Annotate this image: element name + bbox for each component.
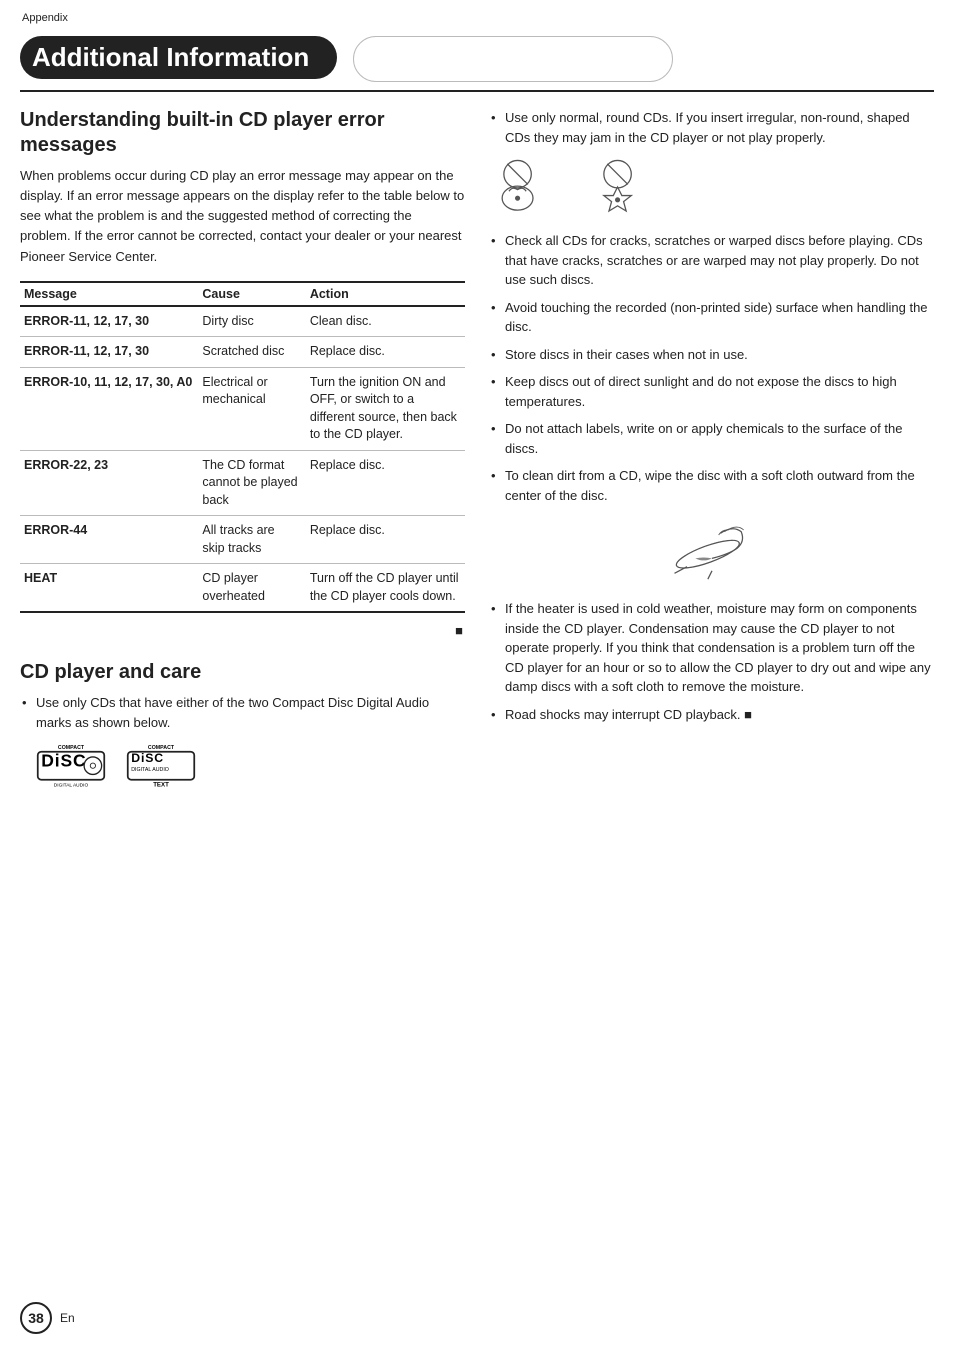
header-divider xyxy=(20,90,934,92)
error-action-cell: Replace disc. xyxy=(306,516,465,564)
header-area: Additional Information xyxy=(0,0,954,82)
cd-logo-2-svg: COMPACT DiSC DIGITAL AUDIO TEXT xyxy=(126,742,196,792)
cd-bullet-4: Avoid touching the recorded (non-printed… xyxy=(489,298,934,337)
table-row: HEATCD player overheatedTurn off the CD … xyxy=(20,564,465,613)
cd-care-bullets-left: Use only CDs that have either of the two… xyxy=(20,693,465,732)
error-action-cell: Replace disc. xyxy=(306,337,465,368)
table-row: ERROR-22, 23The CD format cannot be play… xyxy=(20,450,465,516)
irregular-cd-1-svg xyxy=(499,157,579,217)
table-row: ERROR-11, 12, 17, 30Dirty discClean disc… xyxy=(20,306,465,337)
error-cause-cell: Dirty disc xyxy=(198,306,305,337)
irregular-cd-2-svg xyxy=(599,157,679,217)
error-message-cell: ERROR-22, 23 xyxy=(20,450,198,516)
cd-bullet-9: If the heater is used in cold weather, m… xyxy=(489,599,934,697)
en-label: En xyxy=(60,1311,75,1325)
cd-bullet-10: Road shocks may interrupt CD playback. ■ xyxy=(489,705,934,725)
cd-bullet-2: Use only normal, round CDs. If you inser… xyxy=(489,108,934,147)
main-content: Understanding built-in CD player error m… xyxy=(0,108,954,806)
cd-bullet-8: To clean dirt from a CD, wipe the disc w… xyxy=(489,466,934,505)
col-action: Action xyxy=(306,282,465,306)
error-message-cell: ERROR-11, 12, 17, 30 xyxy=(20,306,198,337)
left-column: Understanding built-in CD player error m… xyxy=(20,108,465,806)
cd-bullet-7: Do not attach labels, write on or apply … xyxy=(489,419,934,458)
right-column: Use only normal, round CDs. If you inser… xyxy=(489,108,934,806)
cd-care-bullets-right: Use only normal, round CDs. If you inser… xyxy=(489,108,934,147)
cd-logos: COMPACT DiSC DIGITAL AUDIO xyxy=(36,742,465,792)
table-row: ERROR-10, 11, 12, 17, 30, A0Electrical o… xyxy=(20,367,465,450)
svg-text:DiSC: DiSC xyxy=(131,751,164,765)
col-message: Message xyxy=(20,282,198,306)
error-section-intro: When problems occur during CD play an er… xyxy=(20,166,465,267)
error-cause-cell: CD player overheated xyxy=(198,564,305,613)
svg-text:DIGITAL AUDIO: DIGITAL AUDIO xyxy=(131,767,169,773)
title-badge: Additional Information xyxy=(20,36,337,79)
page-number: 38 xyxy=(20,1302,52,1334)
irregular-cds xyxy=(499,157,934,217)
error-cause-cell: The CD format cannot be played back xyxy=(198,450,305,516)
svg-text:DiSC: DiSC xyxy=(41,751,86,771)
cd-care-bullets-right-3: If the heater is used in cold weather, m… xyxy=(489,599,934,724)
error-action-cell: Turn the ignition ON and OFF, or switch … xyxy=(306,367,465,450)
error-message-cell: ERROR-44 xyxy=(20,516,198,564)
cleaning-cloth-svg xyxy=(662,515,762,585)
svg-text:DIGITAL AUDIO: DIGITAL AUDIO xyxy=(54,783,89,789)
error-cause-cell: All tracks are skip tracks xyxy=(198,516,305,564)
error-action-cell: Clean disc. xyxy=(306,306,465,337)
table-row: ERROR-11, 12, 17, 30Scratched discReplac… xyxy=(20,337,465,368)
error-message-cell: HEAT xyxy=(20,564,198,613)
error-action-cell: Turn off the CD player until the CD play… xyxy=(306,564,465,613)
error-cause-cell: Scratched disc xyxy=(198,337,305,368)
error-cause-cell: Electrical or mechanical xyxy=(198,367,305,450)
page-title: Additional Information xyxy=(32,42,309,73)
cd-bullet-6: Keep discs out of direct sunlight and do… xyxy=(489,372,934,411)
error-message-cell: ERROR-10, 11, 12, 17, 30, A0 xyxy=(20,367,198,450)
cd-bullet-5: Store discs in their cases when not in u… xyxy=(489,345,934,365)
cd-care-heading: CD player and care xyxy=(20,660,465,685)
cd-bullet-3: Check all CDs for cracks, scratches or w… xyxy=(489,231,934,290)
error-action-cell: Replace disc. xyxy=(306,450,465,516)
svg-text:COMPACT: COMPACT xyxy=(148,745,175,751)
cd-logo-1: COMPACT DiSC DIGITAL AUDIO xyxy=(36,742,106,792)
cd-care-section: CD player and care Use only CDs that hav… xyxy=(20,660,465,792)
cd-logo-2: COMPACT DiSC DIGITAL AUDIO TEXT xyxy=(126,742,196,792)
error-section-heading: Understanding built-in CD player error m… xyxy=(20,108,465,158)
page-wrapper: Appendix Additional Information Understa… xyxy=(0,0,954,1352)
table-row: ERROR-44All tracks are skip tracksReplac… xyxy=(20,516,465,564)
header-right-box xyxy=(353,36,673,82)
cd-care-bullets-right-2: Check all CDs for cracks, scratches or w… xyxy=(489,231,934,505)
appendix-label: Appendix xyxy=(22,12,68,24)
error-message-cell: ERROR-11, 12, 17, 30 xyxy=(20,337,198,368)
cd-logo-1-svg: COMPACT DiSC DIGITAL AUDIO xyxy=(36,742,106,792)
error-table: Message Cause Action ERROR-11, 12, 17, 3… xyxy=(20,281,465,614)
end-marker-left: ■ xyxy=(20,623,463,638)
svg-text:TEXT: TEXT xyxy=(153,782,169,789)
col-cause: Cause xyxy=(198,282,305,306)
cd-bullet-1: Use only CDs that have either of the two… xyxy=(20,693,465,732)
footer: 38 En xyxy=(20,1302,75,1334)
